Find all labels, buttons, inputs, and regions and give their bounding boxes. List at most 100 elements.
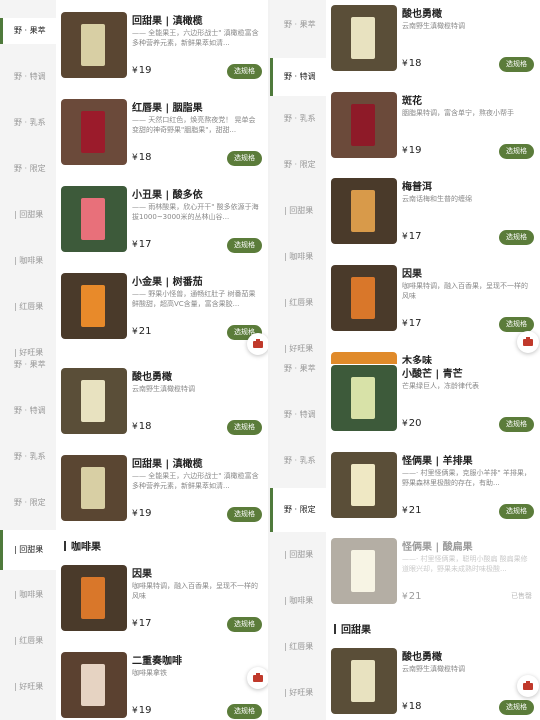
sidebar-item-limited-2[interactable]: 野 · 限定 [0,498,56,508]
product-card[interactable]: 回甜果 | 滇橄榄 —— 全能果王，六边形战士" 滇橄榄富含多种营养元素，新鲜果… [56,455,268,542]
select-spec-button[interactable]: 选规格 [227,238,262,253]
sidebar-item-coffee-fruit[interactable]: | 咖啡果 [270,252,326,262]
select-spec-button[interactable]: 选规格 [227,617,262,632]
product-list: 回甜果 | 滇橄榄 —— 全能果王，六边形战士" 滇橄榄富含多种营养元素，新鲜果… [56,0,268,720]
sidebar-item-fruit-extract[interactable]: 野 · 果萃 [0,18,56,44]
product-image [331,92,397,158]
sidebar-item-fruit-extract[interactable]: 野 · 果萃 [270,20,326,30]
sidebar-item-sweet-fruit[interactable]: | 回甜果 [0,210,56,220]
sidebar-item-sweet-fruit-2[interactable]: | 回甜果 [0,530,56,570]
product-price: ¥18 [402,58,421,69]
product-name: 回甜果 | 滇橄榄 [132,459,203,470]
product-card[interactable]: 酸也勇橄 云南野生滇橄榄特调 ¥18 选规格 [326,5,540,92]
product-card[interactable]: 回甜果 | 滇橄榄 —— 全能果王，六边形战士" 滇橄榄富含多种营养元素，新鲜果… [56,12,268,99]
product-card[interactable]: 小酸芒 | 青芒 芒果绿巨人，冻龄律代表 ¥20 选规格 [326,365,540,452]
product-name: 因果 [402,269,422,280]
product-description: 咖啡果特调，融入百香果，呈现不一样的风味 [402,282,528,300]
sidebar-item-red-lip-fruit-2[interactable]: | 红唇果 [270,642,326,652]
sidebar-item-lucky-fruit[interactable]: | 好旺果 [0,348,56,358]
product-description: —— 全能果王，六边形战士" 滇橄榄富含多种营养元素，新鲜果萃如清... [132,472,259,490]
price-value: 21 [408,591,422,602]
floating-cart-button[interactable] [517,675,539,697]
select-spec-button[interactable]: 选规格 [227,704,262,719]
product-price: ¥19 [132,705,151,716]
product-image [61,12,127,78]
sidebar-item-milk[interactable]: 野 · 乳系 [0,118,56,128]
product-price: ¥21 [402,505,421,516]
product-price: ¥21 [132,326,151,337]
product-price: ¥18 [132,152,151,163]
product-card[interactable]: 因果 咖啡果特调，融入百香果，呈现不一样的风味 ¥17 选规格 [56,565,268,652]
product-name: 小酸芒 | 青芒 [402,369,463,380]
product-image [61,565,127,631]
cart-icon [523,337,533,346]
product-name: 斑花 [402,96,422,107]
product-price: ¥19 [132,508,151,519]
sidebar-item-milk[interactable]: 野 · 乳系 [270,114,326,124]
product-card[interactable]: 怪俩果 | 羊排果 ——· 村里怪俩果，克服小羊排" 羊排果，野果森林里极酸的存… [326,452,540,539]
product-name: 二重奏咖啡 [132,656,182,667]
currency-symbol: ¥ [402,506,408,516]
sidebar-item-fruit-extract-2[interactable]: 野 · 果萃 [270,364,326,374]
select-spec-button[interactable]: 选规格 [499,317,534,332]
product-price: ¥18 [132,421,151,432]
currency-symbol: ¥ [132,327,138,337]
select-spec-button[interactable]: 选规格 [499,700,534,715]
sidebar-item-lucky-fruit[interactable]: | 好旺果 [270,344,326,354]
select-spec-button[interactable]: 选规格 [499,417,534,432]
product-card[interactable]: 因果 咖啡果特调，融入百香果，呈现不一样的风味 ¥17 选规格 [326,265,540,352]
sidebar-item-milk-2[interactable]: 野 · 乳系 [270,456,326,466]
select-spec-button[interactable]: 选规格 [227,64,262,79]
currency-symbol: ¥ [132,153,138,163]
sidebar-item-limited[interactable]: 野 · 限定 [270,160,326,170]
product-card[interactable]: 红唇果 | 胭脂果 —— 天然口红色，焕亮熬夜党！ 晃单会变甜的神奇野果"胭脂果… [56,99,268,186]
cart-icon [523,681,533,690]
sidebar-item-coffee-fruit-2[interactable]: | 咖啡果 [270,596,326,606]
product-card[interactable]: 木多味 [326,352,540,364]
product-card[interactable]: 小金果 | 树番茄 —— 野果小怪兽，通畅红肚子 树番茄果鲜酸甜，超高VC含量，… [56,273,268,360]
product-card[interactable]: 酸也勇橄 云南野生滇橄榄特调 ¥18 选规格 [326,648,540,720]
product-description: —— 雨林酸果，欣心开干" 酸多依源于海拔1000~3000米的丛林山谷... [132,203,259,221]
floating-cart-button[interactable] [247,333,268,355]
product-description: —— 天然口红色，焕亮熬夜党！ 晃单会变甜的神奇野果"胭脂果"，甜甜... [132,116,256,134]
sidebar-item-special-2[interactable]: 野 · 特调 [0,406,56,416]
select-spec-button[interactable]: 选规格 [499,57,534,72]
select-spec-button[interactable]: 选规格 [227,420,262,435]
sidebar-item-limited-2[interactable]: 野 · 限定 [270,488,326,532]
sidebar-item-lucky-fruit-2[interactable]: | 好旺果 [270,688,326,698]
sidebar-item-special-2[interactable]: 野 · 特调 [270,410,326,420]
sidebar-item-red-lip-fruit[interactable]: | 红唇果 [0,302,56,312]
sidebar-item-sweet-fruit-2[interactable]: | 回甜果 [270,550,326,560]
price-value: 17 [138,618,152,629]
floating-cart-button[interactable] [517,331,539,353]
select-spec-button[interactable]: 选规格 [499,144,534,159]
product-image [61,368,127,434]
sidebar-item-limited[interactable]: 野 · 限定 [0,164,56,174]
sidebar-item-coffee-fruit-2[interactable]: | 咖啡果 [0,590,56,600]
sidebar-item-special[interactable]: 野 · 特调 [270,58,326,96]
sidebar-item-milk-2[interactable]: 野 · 乳系 [0,452,56,462]
product-card[interactable]: 小丑果 | 酸多依 —— 雨林酸果，欣心开干" 酸多依源于海拔1000~3000… [56,186,268,273]
currency-symbol: ¥ [132,422,138,432]
sidebar-item-special[interactable]: 野 · 特调 [0,72,56,82]
product-name: 酸也勇橄 [402,9,442,20]
product-card[interactable]: 二重奏咖啡 咖啡果拿铁 ¥19 选规格 [56,652,268,720]
select-spec-button[interactable]: 选规格 [227,507,262,522]
sidebar-item-red-lip-fruit-2[interactable]: | 红唇果 [0,636,56,646]
sidebar-item-sweet-fruit[interactable]: | 回甜果 [270,206,326,216]
sidebar-item-red-lip-fruit[interactable]: | 红唇果 [270,298,326,308]
select-spec-button[interactable]: 选规格 [499,504,534,519]
product-list: 酸也勇橄 云南野生滇橄榄特调 ¥18 选规格 斑花 胭脂果特调，富含单宁，熬夜小… [326,0,540,720]
product-name: 因果 [132,569,152,580]
floating-cart-button[interactable] [247,667,268,689]
sidebar-item-fruit-extract-2[interactable]: 野 · 果萃 [0,360,56,370]
product-card[interactable]: 斑花 胭脂果特调，富含单宁，熬夜小帮手 ¥19 选规格 [326,92,540,179]
sold-out-label: 已售罄 [511,592,532,600]
sidebar-item-coffee-fruit[interactable]: | 咖啡果 [0,256,56,266]
product-card[interactable]: 梅普洱 云南话梅和生普的缠绵 ¥17 选规格 [326,178,540,265]
select-spec-button[interactable]: 选规格 [499,230,534,245]
currency-symbol: ¥ [402,702,408,712]
select-spec-button[interactable]: 选规格 [227,151,262,166]
product-card[interactable]: 酸也勇橄 云南野生滇橄榄特调 ¥18 选规格 [56,368,268,455]
sidebar-item-lucky-fruit-2[interactable]: | 好旺果 [0,682,56,692]
